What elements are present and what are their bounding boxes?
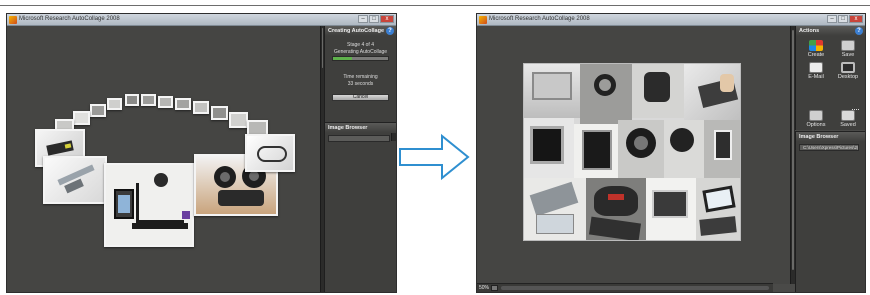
scrollbar-thumb[interactable] bbox=[792, 30, 794, 270]
thumbnail-photo bbox=[90, 104, 106, 117]
progress-panel: Creating AutoCollage ? Stage 4 of 4 Gene… bbox=[324, 26, 396, 122]
autocollage-result-image bbox=[523, 63, 741, 241]
app-icon bbox=[9, 16, 17, 24]
progress-bar bbox=[332, 56, 389, 61]
stage-label: Stage 4 of 4 bbox=[347, 42, 374, 48]
email-icon bbox=[809, 62, 823, 73]
thumbnail-photo bbox=[141, 94, 156, 106]
thumbnail-photo bbox=[125, 94, 139, 106]
thumbnail-photo bbox=[73, 111, 90, 125]
autocollage-window-generating: Microsoft Research AutoCollage 2008 – □ … bbox=[6, 13, 397, 293]
save-button[interactable]: Save bbox=[828, 40, 868, 58]
thumbnail-photo bbox=[43, 156, 107, 204]
photo-canvas bbox=[7, 26, 320, 292]
zoom-button[interactable] bbox=[491, 285, 498, 291]
save-icon bbox=[841, 40, 855, 51]
thumbnail-photo bbox=[158, 96, 173, 108]
app-icon bbox=[479, 16, 487, 24]
status-label: Generating AutoCollage bbox=[333, 49, 388, 55]
zoom-level: 50% bbox=[479, 285, 490, 291]
image-browser-panel: Image Browser bbox=[324, 122, 396, 292]
progress-bar-fill bbox=[333, 57, 353, 60]
help-icon[interactable]: ? bbox=[386, 27, 394, 35]
transition-arrow-icon bbox=[399, 133, 470, 181]
maximize-button[interactable]: □ bbox=[838, 15, 848, 23]
image-browser-path[interactable] bbox=[328, 135, 390, 142]
window-title: Microsoft Research AutoCollage 2008 bbox=[489, 16, 590, 22]
panel-header-title: Creating AutoCollage bbox=[328, 28, 385, 34]
title-bar: Microsoft Research AutoCollage 2008 – □ … bbox=[7, 14, 396, 26]
image-browser-header: Image Browser bbox=[328, 125, 368, 131]
thumbnail-photo bbox=[175, 98, 191, 110]
thumbnail-photo bbox=[229, 112, 248, 128]
time-remaining-value: 33 seconds bbox=[347, 81, 374, 87]
desktop-icon bbox=[841, 62, 855, 73]
folder-icon bbox=[841, 110, 855, 121]
image-browser-scrollbar[interactable] bbox=[391, 133, 396, 141]
thumbnail-photo bbox=[107, 98, 122, 110]
thumbnail-photo bbox=[211, 106, 228, 120]
minimize-button[interactable]: – bbox=[358, 15, 368, 23]
horizontal-scrollbar[interactable] bbox=[501, 286, 769, 290]
actions-header: Actions bbox=[799, 28, 820, 34]
thumbnail-photo bbox=[104, 163, 194, 247]
close-button[interactable]: x bbox=[849, 15, 863, 23]
saved-button[interactable]: Saved bbox=[828, 110, 868, 128]
create-icon bbox=[809, 40, 823, 51]
title-bar: Microsoft Research AutoCollage 2008 – □ … bbox=[477, 14, 865, 26]
window-title: Microsoft Research AutoCollage 2008 bbox=[19, 16, 120, 22]
desktop-button[interactable]: Desktop bbox=[828, 62, 868, 80]
options-row: Options Saved bbox=[795, 110, 865, 130]
image-browser-panel: Image Browser C:\Users\Xpress\Pictures\2… bbox=[795, 131, 865, 292]
close-button[interactable]: x bbox=[380, 15, 394, 23]
thumbnail-photo bbox=[193, 101, 209, 114]
cancel-button[interactable]: Cancel bbox=[332, 94, 389, 101]
scrollbar-thumb[interactable] bbox=[322, 28, 323, 68]
top-rule bbox=[0, 5, 870, 6]
actions-panel: Actions ? Create Save E-Mail Desktop bbox=[795, 26, 865, 122]
options-icon bbox=[809, 110, 823, 121]
time-remaining-label: Time remaining bbox=[343, 74, 378, 80]
maximize-button[interactable]: □ bbox=[369, 15, 379, 23]
minimize-button[interactable]: – bbox=[827, 15, 837, 23]
thumbnail-photo bbox=[245, 134, 295, 172]
image-browser-header: Image Browser bbox=[799, 134, 839, 140]
status-bar: 50% bbox=[477, 283, 773, 292]
image-browser-path[interactable]: C:\Users\Xpress\Pictures\2(1) bbox=[799, 144, 859, 151]
help-icon[interactable]: ? bbox=[855, 27, 863, 35]
